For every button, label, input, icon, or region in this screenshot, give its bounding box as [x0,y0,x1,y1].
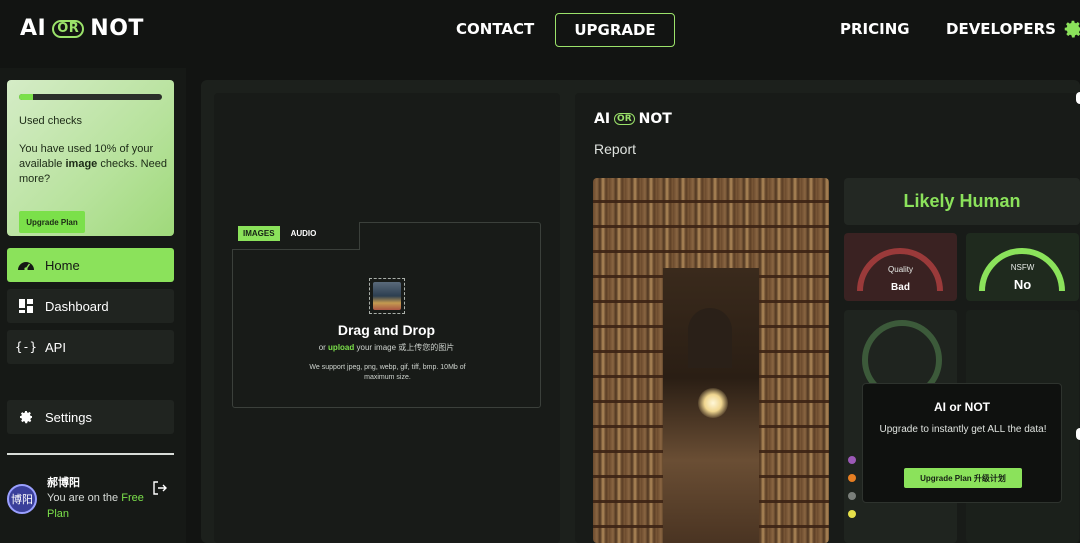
dropzone-sub-prefix: or [318,343,329,352]
sidebar-item-dashboard[interactable]: Dashboard [7,289,174,323]
nav-developers-link[interactable]: DEVELOPERS [946,20,1056,38]
code-braces-icon: {-} [15,340,37,354]
brand-ai: AI [20,16,47,41]
logout-icon[interactable] [152,480,168,499]
top-navbar: AI OR NOT CONTACT UPGRADE PRICING DEVELO… [0,0,1080,60]
scroll-indicator [1076,92,1080,104]
media-tabs: IMAGES AUDIO [238,226,321,241]
popup-text: Upgrade to instantly get ALL the data! [879,424,1047,435]
quality-value: Bad [891,282,910,293]
sidebar-item-home[interactable]: Home [7,248,174,282]
brand-logo[interactable]: AI OR NOT [20,16,144,41]
report-brand-ai: AI [594,111,611,127]
popup-upgrade-button[interactable]: Upgrade Plan 升级计划 [904,468,1022,488]
user-name: 郝博阳 [47,477,80,489]
sidebar-item-label: Settings [45,409,92,425]
sidebar-item-settings[interactable]: Settings [7,400,174,434]
popup-title: AI or NOT [934,400,990,414]
nav-upgrade-button[interactable]: UPGRADE [555,13,675,47]
tab-audio[interactable]: AUDIO [286,226,322,241]
tab-images[interactable]: IMAGES [238,226,280,241]
sidebar-item-label: Dashboard [45,298,109,314]
quality-gauge-card: Quality Bad [844,233,957,301]
gear-icon [17,408,35,426]
usage-label: Used checks [19,115,82,127]
upgrade-popup: AI or NOT Upgrade to instantly get ALL t… [862,383,1062,503]
usage-progress-fill [19,94,34,100]
nav-pricing-link[interactable]: PRICING [840,20,910,38]
brand-or: OR [52,19,85,38]
image-upload-icon [369,278,405,314]
report-title: Report [594,141,637,157]
usage-progress-bar [19,94,162,100]
dropzone-format-note: We support jpeg, png, webp, gif, tiff, b… [309,364,466,381]
gauge-icon [17,256,35,274]
usage-description: You have used 10% of your available imag… [19,142,167,187]
dashboard-icon [17,297,35,315]
brand-not: NOT [90,16,144,41]
locked-legend [848,456,858,528]
report-brand-logo: AI OR NOT [594,111,672,127]
nav-contact-link[interactable]: CONTACT [456,20,534,38]
result-verdict: Likely Human [844,178,1080,225]
dropzone-sub-suffix: your image 或上传您的图片 [354,343,455,352]
usage-card: Used checks You have used 10% of your av… [7,80,174,236]
user-profile: 博阳 郝博阳 You are on the Free Plan [7,474,177,534]
user-plan: You are on the Free Plan [47,490,147,522]
sidebar-divider [7,453,174,455]
report-brand-or: OR [614,113,635,125]
analyzed-image [593,178,829,543]
avatar[interactable]: 博阳 [7,484,37,514]
upload-link[interactable]: upload [328,343,354,352]
quality-label: Quality [888,265,913,274]
dropzone-subtitle: or upload your image 或上传您的图片 [232,342,541,353]
user-plan-prefix: You are on the [47,492,122,504]
scroll-indicator [1076,428,1080,440]
sidebar-item-label: Home [45,257,80,273]
nsfw-value: No [1013,277,1032,292]
report-brand-not: NOT [638,111,672,127]
dropzone-title: Drag and Drop [337,322,436,338]
sidebar-item-api[interactable]: {-} API [7,330,174,364]
usage-text-bold: image [65,158,98,170]
nsfw-label: NSFW [1010,263,1035,272]
gear-icon[interactable] [1062,18,1080,40]
nsfw-gauge-card: NSFW No [966,233,1079,301]
sidebar: Used checks You have used 10% of your av… [0,68,186,543]
sidebar-item-label: API [45,339,66,355]
upgrade-plan-button[interactable]: Upgrade Plan [19,211,85,233]
